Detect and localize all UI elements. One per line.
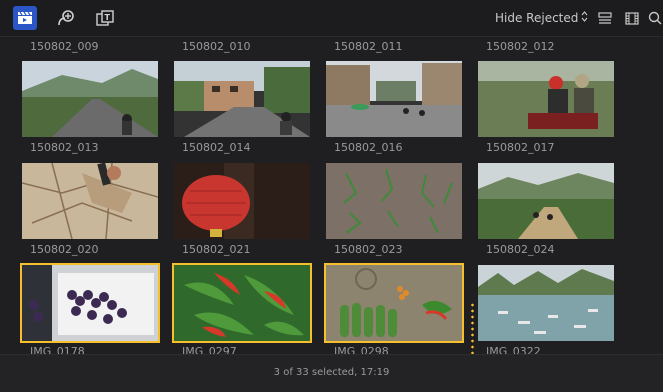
clip-thumbnail[interactable]: [478, 265, 614, 341]
clip-name: 150802_009: [30, 40, 99, 53]
clip-thumbnail-selected[interactable]: [172, 263, 312, 343]
clip-name: 150802_012: [486, 40, 555, 53]
clip-name: 150802_021: [182, 243, 251, 256]
clapper-icon[interactable]: [13, 6, 37, 30]
clip-name: 150802_013: [30, 141, 99, 154]
clip-thumbnail-selected[interactable]: [324, 263, 464, 343]
clip-name: 150802_017: [486, 141, 555, 154]
clip-thumbnail[interactable]: [174, 163, 310, 239]
chevron-updown-icon: [581, 11, 588, 25]
clip-browser-grid: 150802_009 150802_010 150802_011 150802_…: [0, 37, 663, 358]
clip-thumbnail[interactable]: [326, 61, 462, 137]
clip-name: 150802_011: [334, 40, 403, 53]
clip-thumbnail[interactable]: [478, 61, 614, 137]
titles-icon[interactable]: T: [93, 6, 117, 30]
svg-text:T: T: [105, 13, 111, 22]
filter-label: Hide Rejected: [495, 11, 579, 25]
search-icon[interactable]: [647, 6, 663, 30]
list-view-icon[interactable]: [593, 6, 617, 30]
clip-thumbnail-selected[interactable]: [20, 263, 160, 343]
browser-toolbar: T Hide Rejected: [0, 0, 663, 37]
clip-name: 150802_010: [182, 40, 251, 53]
clip-name: 150802_014: [182, 141, 251, 154]
clip-name: 150802_024: [486, 243, 555, 256]
media-icon[interactable]: [54, 6, 78, 30]
clip-thumbnail[interactable]: [22, 61, 158, 137]
clip-name: 150802_016: [334, 141, 403, 154]
clip-thumbnail[interactable]: [174, 61, 310, 137]
filmstrip-icon[interactable]: [620, 6, 644, 30]
clip-thumbnail[interactable]: [22, 163, 158, 239]
filter-dropdown[interactable]: Hide Rejected: [495, 0, 588, 36]
selection-status: 3 of 33 selected, 17:19: [273, 367, 390, 378]
clip-name: 150802_020: [30, 243, 99, 256]
clip-thumbnail[interactable]: [326, 163, 462, 239]
clip-name: 150802_023: [334, 243, 403, 256]
browser-footer: 3 of 33 selected, 17:19: [0, 354, 663, 392]
clip-thumbnail[interactable]: [478, 163, 614, 239]
